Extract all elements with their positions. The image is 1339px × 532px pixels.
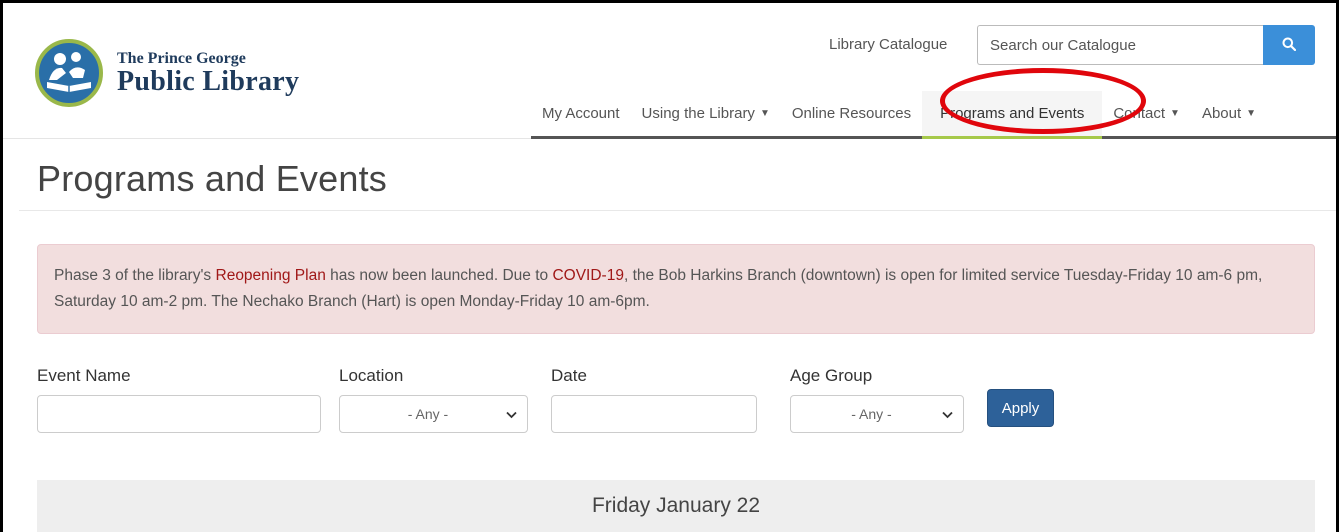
caret-down-icon: ▼ [1246,108,1257,119]
age-group-select[interactable]: - Any - [790,395,964,433]
chevron-down-icon [506,407,517,422]
page-title: Programs and Events [37,158,387,199]
logo-wordmark: The Prince George Public Library [117,50,299,96]
covid-19-link[interactable]: COVID-19 [552,267,624,284]
reader-logo-icon [35,39,103,107]
nav-item-online-resources[interactable]: Online Resources [781,91,922,137]
age-group-label: Age Group [790,366,873,385]
main-nav: My Account Using the Library ▼ Online Re… [531,91,1336,139]
event-name-field[interactable] [37,395,321,433]
nav-item-label: Online Resources [791,105,912,122]
nav-item-label: Using the Library [641,105,755,122]
age-group-selected: - Any - [851,406,892,422]
caret-down-icon: ▼ [759,108,770,119]
event-name-label: Event Name [37,366,131,385]
nav-item-using-the-library[interactable]: Using the Library ▼ [631,91,781,137]
chevron-down-icon [942,407,953,422]
location-select[interactable]: - Any - [339,395,528,433]
nav-item-label: Contact [1113,105,1166,122]
date-label: Date [551,366,587,385]
date-field[interactable] [551,395,757,433]
search-button[interactable] [1263,25,1315,65]
alert-text: has now been launched. Due to [325,267,553,284]
location-label: Location [339,366,404,385]
caret-down-icon: ▼ [1170,108,1180,119]
apply-button[interactable]: Apply [987,389,1054,427]
logo-big-text: Public Library [117,66,300,97]
date-heading: Friday January 22 [37,480,1315,532]
alert-text: Phase 3 of the library's [54,267,216,284]
nav-item-contact[interactable]: Contact ▼ [1102,91,1191,137]
nav-item-about[interactable]: About ▼ [1191,91,1267,137]
nav-item-label: My Account [542,105,620,122]
library-logo[interactable]: The Prince George Public Library [35,39,299,107]
nav-item-my-account[interactable]: My Account [531,91,631,137]
reopening-plan-link[interactable]: Reopening Plan [216,267,326,284]
library-catalogue-link[interactable]: Library Catalogue [829,36,947,53]
page-frame: The Prince George Public Library Library… [0,0,1339,532]
nav-item-label: About [1201,105,1242,122]
date-heading-text: Friday January 22 [591,494,761,517]
site-header: The Prince George Public Library Library… [3,3,1336,139]
nav-item-programs-and-events[interactable]: Programs and Events [922,91,1103,139]
search-icon [1282,37,1297,54]
location-selected: - Any - [407,406,449,422]
nav-item-label: Programs and Events [940,105,1085,122]
title-divider [19,210,1336,211]
covid-alert: Phase 3 of the library's Reopening Plan … [37,244,1315,334]
catalogue-search [977,25,1315,65]
catalogue-search-input[interactable] [977,25,1263,65]
